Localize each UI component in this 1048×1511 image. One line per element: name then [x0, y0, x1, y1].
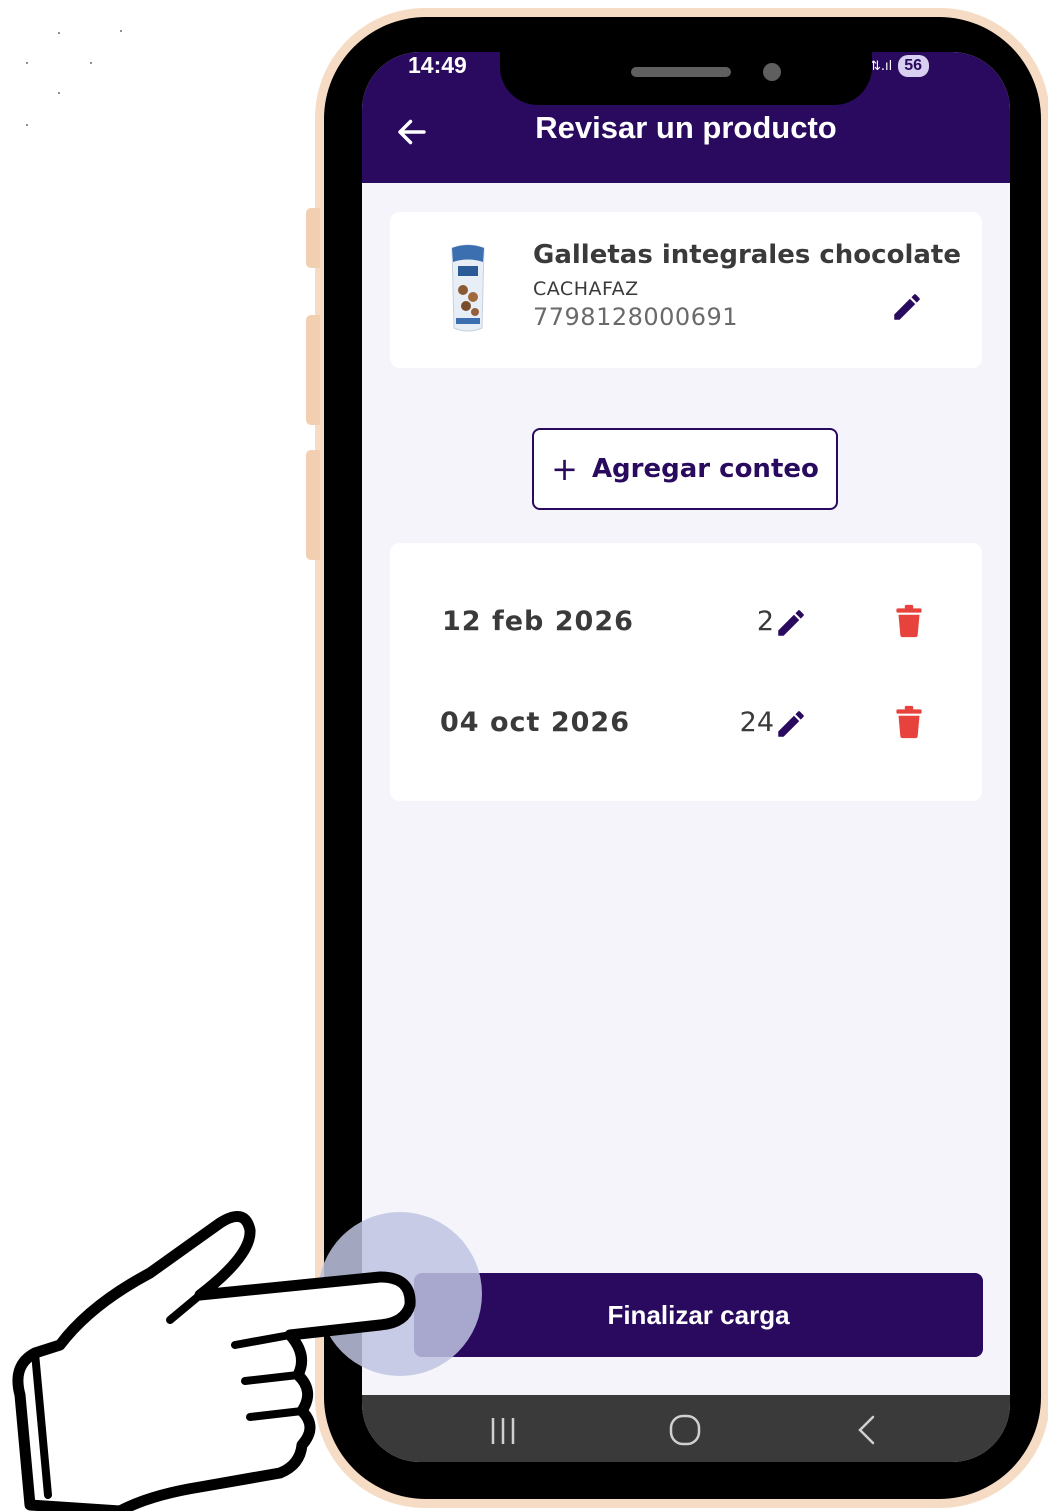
count-quantity: 2	[756, 606, 774, 637]
product-name: Galletas integrales chocolate	[533, 240, 961, 270]
plus-icon: +	[551, 450, 578, 488]
app-bar: 14:49 ⇅.ıl 56 Revisar un producto	[362, 52, 1010, 183]
pencil-icon[interactable]	[774, 707, 808, 741]
product-barcode: 7798128000691	[533, 303, 739, 331]
phone-side-button	[306, 315, 320, 425]
count-date: 04 oct 2026	[440, 707, 630, 738]
trash-icon[interactable]	[895, 604, 923, 638]
count-date: 12 feb 2026	[442, 606, 634, 637]
add-count-button[interactable]: + Agregar conteo	[532, 428, 838, 510]
speaker	[631, 67, 731, 77]
pencil-icon[interactable]	[774, 606, 808, 640]
signal-icon: ⇅.ıl	[870, 58, 893, 74]
add-count-label: Agregar conteo	[591, 454, 819, 484]
status-indicators: ⇅.ıl 56	[870, 54, 930, 78]
status-time: 14:49	[408, 52, 467, 78]
android-nav-bar	[362, 1395, 1010, 1462]
product-image	[451, 244, 485, 332]
product-brand: CACHAFAZ	[533, 278, 639, 300]
finish-load-button[interactable]: Finalizar carga	[414, 1273, 983, 1357]
product-card: Galletas integrales chocolate CACHAFAZ 7…	[390, 212, 982, 368]
count-quantity: 24	[739, 707, 774, 738]
trash-icon[interactable]	[895, 705, 923, 739]
camera-notch	[500, 52, 872, 105]
phone-side-button	[306, 450, 320, 560]
camera	[763, 63, 781, 81]
recent-apps-icon[interactable]	[478, 1405, 528, 1455]
count-row: 04 oct 2026 24	[390, 693, 982, 753]
phone-side-button	[306, 208, 320, 268]
pointing-hand-icon	[12, 1210, 416, 1511]
battery-indicator: 56	[898, 55, 930, 77]
home-icon[interactable]	[660, 1405, 710, 1455]
back-chevron-icon[interactable]	[842, 1405, 892, 1455]
pencil-icon[interactable]	[890, 290, 924, 324]
count-row: 12 feb 2026 2	[390, 592, 982, 652]
counts-list: 12 feb 2026 2 04 oct 2026 24	[390, 543, 982, 801]
page-title: Revisar un producto	[535, 110, 837, 145]
